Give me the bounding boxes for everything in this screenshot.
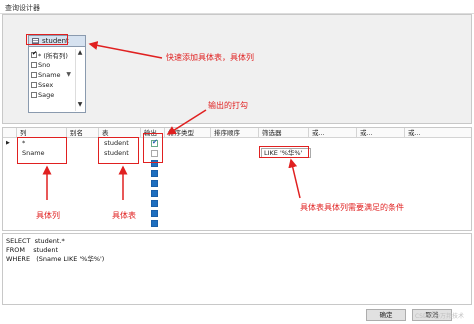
highlight-column-cells [17, 137, 67, 164]
grid-header-filter: 筛选器 [259, 128, 309, 138]
column-checkbox[interactable] [31, 62, 37, 68]
funnel-icon: ▼ [66, 71, 71, 78]
window-title: 查询设计器 [5, 4, 40, 12]
output-checkbox[interactable] [151, 170, 158, 177]
table-widget-student[interactable]: student * (所有列) Sno Sname Ssex Sage ▼ ▲ … [28, 35, 86, 113]
scroll-down-icon[interactable]: ▼ [76, 101, 84, 109]
watermark: CSDN @万邦技术 [414, 313, 464, 320]
output-checkbox[interactable] [151, 190, 158, 197]
column-item-sage[interactable]: Sage [31, 90, 75, 100]
highlight-all-columns [26, 34, 68, 45]
column-checkbox[interactable] [31, 72, 37, 78]
annotation-specific-table: 具体表 [112, 211, 136, 220]
dialog-footer: 确定 取消 CSDN @万邦技术 [0, 306, 474, 324]
grid-header-or-2: 或... [357, 128, 405, 138]
column-item-label: Sage [38, 91, 55, 99]
grid-header-or-1: 或... [309, 128, 357, 138]
current-row-indicator-icon: ▶ [6, 140, 10, 146]
annotation-quick-add: 快速添加具体表，具体列 [166, 53, 254, 62]
scroll-up-icon[interactable]: ▲ [76, 49, 84, 57]
column-item-ssex[interactable]: Ssex [31, 80, 75, 90]
column-checkbox[interactable] [31, 82, 37, 88]
column-item-label: Ssex [38, 81, 54, 89]
grid-header-sort-order: 排序顺序 [211, 128, 259, 138]
output-checkbox[interactable] [151, 200, 158, 207]
annotation-specific-column: 具体列 [36, 211, 60, 220]
column-item-label: Sname [38, 71, 61, 79]
highlight-output-checks [143, 133, 163, 163]
output-checkbox[interactable] [151, 210, 158, 217]
annotation-condition: 具体表具体列需要满足的条件 [300, 203, 404, 212]
column-item-label: * (所有列) [38, 52, 68, 60]
ok-button[interactable]: 确定 [366, 309, 406, 321]
output-checkbox[interactable] [151, 180, 158, 187]
grid-header-or-3: 或... [405, 128, 471, 138]
scroll-track[interactable] [76, 57, 84, 101]
grid-header-alias: 别名 [67, 128, 99, 138]
grid-corner [3, 128, 17, 138]
highlight-filter-cell [259, 146, 309, 158]
grid-header-sort-type: 排序类型 [165, 128, 211, 138]
sql-pane[interactable]: SELECT student.* FROM student WHERE (Sna… [2, 233, 472, 305]
title-bar: 查询设计器 [0, 0, 474, 14]
column-checkbox[interactable] [31, 50, 37, 58]
column-item-all[interactable]: * (所有列) [31, 50, 75, 60]
highlight-table-cells [98, 137, 139, 164]
criteria-grid[interactable]: 列 别名 表 输出 排序类型 排序顺序 筛选器 或... 或... 或... ▶… [2, 127, 472, 231]
sql-line: FROM student [6, 246, 59, 254]
column-item-sno[interactable]: Sno [31, 60, 75, 70]
column-checkbox[interactable] [31, 92, 37, 98]
column-item-label: Sno [38, 61, 51, 69]
annotation-output-check: 输出的打勾 [208, 101, 248, 110]
sql-line: SELECT student.* [6, 237, 65, 245]
output-checkbox[interactable] [151, 220, 158, 227]
table-widget-scrollbar[interactable]: ▲ ▼ [75, 49, 84, 111]
sql-line: WHERE (Sname LIKE '%华%') [6, 255, 105, 263]
